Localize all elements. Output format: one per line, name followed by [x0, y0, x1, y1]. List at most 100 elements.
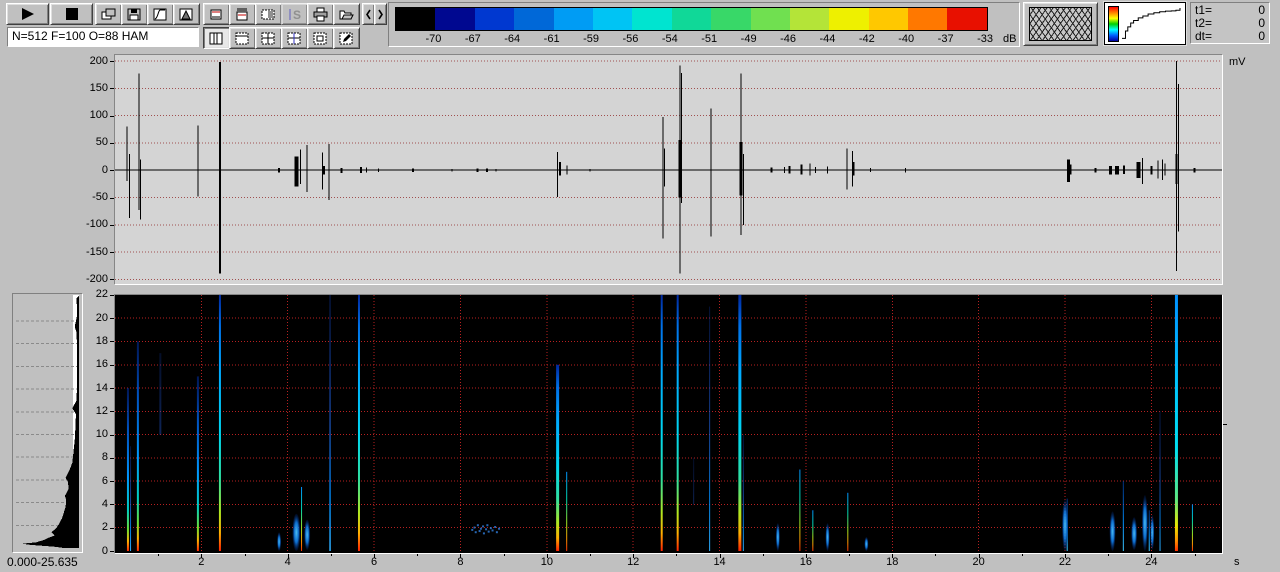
colorbar-tick-label: -42	[858, 33, 875, 45]
spectrogram-ytick-label: 18	[95, 334, 108, 347]
spectrogram-canvas	[115, 294, 1222, 553]
crosshatch-icon	[1029, 7, 1092, 41]
spectrogram-plot[interactable]	[114, 294, 1223, 554]
copy-button[interactable]	[95, 3, 122, 25]
s-disabled-icon: S	[286, 7, 303, 22]
time-unit-label: s	[1234, 556, 1240, 568]
colorbar-tick-label: -44	[819, 33, 836, 45]
s-disabled-button[interactable]: S	[281, 3, 308, 25]
save-button[interactable]	[121, 3, 148, 25]
colorbar-cell	[396, 8, 436, 30]
colorbar-cell	[789, 8, 830, 30]
fft-comb-button[interactable]	[229, 3, 256, 25]
window-function-icon	[178, 7, 195, 22]
gain-curve-icon	[152, 7, 169, 22]
time-panel-row: dt= 0	[1195, 30, 1265, 43]
colorbar-cell	[553, 8, 593, 30]
colorbar-cell	[711, 8, 751, 30]
spectrogram-ytick-label: 8	[101, 451, 108, 464]
colorbar-cell	[868, 8, 909, 30]
save-icon	[126, 7, 143, 22]
next-button[interactable]	[374, 3, 387, 25]
stop-icon	[60, 6, 84, 22]
layout-quad-button[interactable]	[255, 27, 282, 49]
colorbar-cell	[435, 8, 475, 30]
spectrogram-ytick-label: 2	[101, 521, 108, 534]
waveform-ytick-label: 200	[89, 54, 108, 67]
waveform-unit-label: mV	[1229, 56, 1246, 68]
spectrogram-ytick-label: 20	[95, 311, 108, 324]
layout-top-icon	[234, 31, 251, 46]
palette-box-button[interactable]	[255, 3, 282, 25]
waveform-ytick-label: -50	[92, 191, 108, 203]
waveform-ytick-label: -100	[85, 218, 108, 231]
colorbar-tick-label: -56	[622, 33, 639, 45]
colorbar-cell	[632, 8, 672, 30]
edit-button[interactable]	[333, 27, 360, 49]
colorbar-tick-label: -40	[898, 33, 915, 45]
colorbar-tick-label: -61	[543, 33, 560, 45]
layout-vertical-icon	[208, 31, 225, 46]
display-box-icon	[208, 7, 225, 22]
transfer-curve-plot	[1122, 7, 1181, 39]
palette-box-icon	[260, 7, 277, 22]
prev-icon	[364, 7, 373, 22]
fft-comb-icon	[234, 7, 251, 22]
colorbar-cell	[474, 8, 515, 30]
spectrogram-ytick-label: 4	[101, 497, 108, 510]
window-function-button[interactable]	[173, 3, 200, 25]
colorbar-tick-label: -33	[977, 33, 993, 45]
average-spectrum-panel	[12, 293, 83, 553]
waveform-ytick-label: 100	[89, 109, 108, 122]
waveform-ytick-label: 50	[95, 136, 108, 149]
time-value: 0	[1258, 29, 1265, 43]
db-unit-label: dB	[1003, 33, 1017, 45]
display-box-button[interactable]	[203, 3, 230, 25]
colorbar-tick-label: -70	[425, 33, 442, 45]
spectrogram-ytick-label: 22	[95, 288, 108, 301]
print-icon	[312, 7, 329, 22]
crosshatch-pattern-button[interactable]	[1023, 2, 1098, 46]
layout-inner-icon	[312, 31, 329, 46]
copy-icon	[100, 7, 117, 22]
colorbar-cell	[947, 8, 987, 30]
layout-quad-icon	[260, 31, 277, 46]
edit-icon	[338, 31, 355, 46]
open-icon	[338, 7, 355, 22]
fft-settings-field[interactable]: N=512 F=100 O=88 HAM	[7, 27, 199, 47]
time-cursor-panel: t1= 0 t2= 0 dt= 0	[1190, 2, 1270, 44]
print-button[interactable]	[307, 3, 334, 25]
colorbar-tick-label: -51	[701, 33, 718, 45]
colorbar-cell	[908, 8, 948, 30]
layout-quad-cursor-button[interactable]	[281, 27, 308, 49]
layout-vertical-button[interactable]	[203, 27, 230, 49]
time-label: dt=	[1195, 29, 1213, 43]
gain-curve-button[interactable]	[147, 3, 174, 25]
layout-inner-button[interactable]	[307, 27, 334, 49]
transfer-curve-display[interactable]	[1104, 2, 1186, 45]
colorbar-tick-label: -37	[937, 33, 954, 45]
layout-top-button[interactable]	[229, 27, 256, 49]
waveform-ytick-label: 0	[101, 163, 108, 176]
spectrogram-ytick-label: 10	[95, 428, 108, 441]
spectrogram-ytick-label: 14	[95, 381, 108, 394]
play-icon	[16, 6, 40, 22]
waveform-ytick-label: -200	[85, 272, 108, 285]
next-icon	[376, 7, 385, 22]
colorbar-tick-label: -64	[504, 33, 521, 45]
colorbar-cell	[750, 8, 790, 30]
palette-strip-icon	[1108, 6, 1119, 42]
colorbar-tick-label: -46	[780, 33, 796, 45]
waveform-canvas	[115, 60, 1222, 280]
waveform-plot[interactable]	[114, 54, 1223, 285]
colorbar-tick-label: -67	[464, 33, 481, 45]
play-button[interactable]	[6, 3, 49, 25]
waveform-ytick-label: -150	[85, 245, 108, 258]
stop-button[interactable]	[50, 3, 93, 25]
time-range-label: 0.000-25.635	[7, 555, 78, 569]
spectrogram-ytick-label: 6	[101, 474, 108, 487]
open-button[interactable]	[333, 3, 360, 25]
spectrogram-ytick-label: 16	[95, 358, 108, 371]
colorbar-tick-label: -49	[740, 33, 757, 45]
colorbar-cell	[592, 8, 633, 30]
